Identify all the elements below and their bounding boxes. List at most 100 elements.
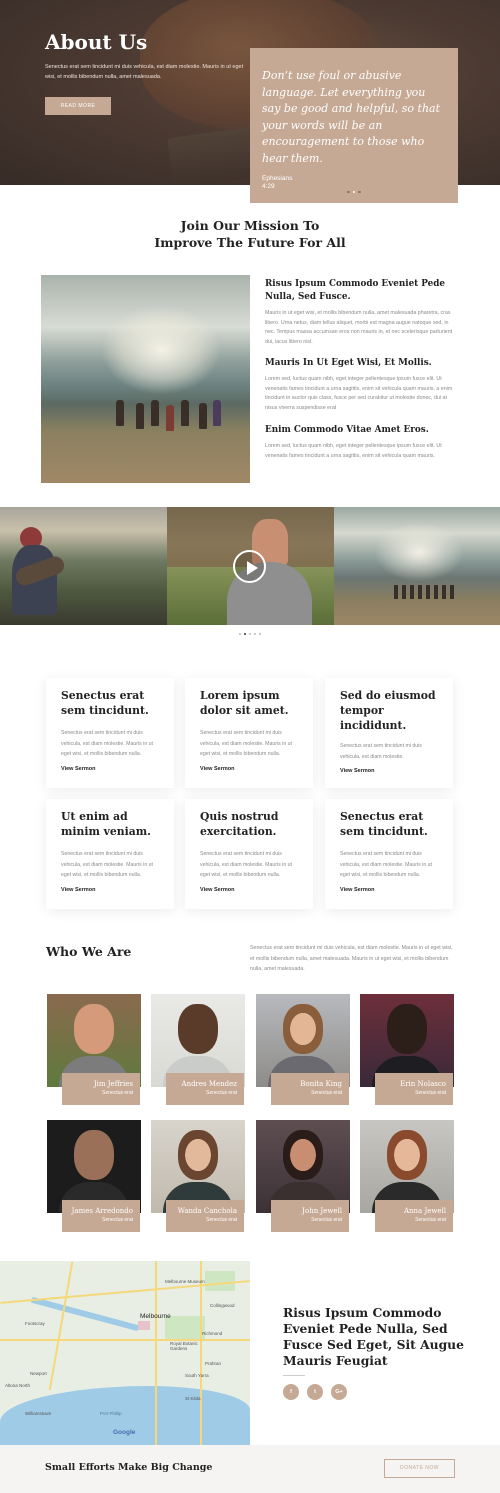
mission-item-heading: Mauris In Ut Eget Wisi, Et Mollis. — [265, 358, 432, 368]
photo-face — [74, 1004, 114, 1054]
map-river — [31, 1296, 139, 1332]
image-sunlight — [101, 305, 221, 395]
sermon-card: Senectus erat sem tincidunt. Senectus er… — [46, 678, 174, 788]
team-member-role: Senectus erat — [206, 1090, 237, 1096]
map-label: Richmond — [202, 1331, 223, 1336]
map-label: Melbourne Museum — [165, 1279, 205, 1284]
gallery-image-landscape[interactable] — [334, 507, 500, 625]
sermon-title: Lorem ipsum dolor sit amet. — [200, 689, 289, 717]
hero-text: Senectus erat sem tincidunt mi duis vehi… — [45, 64, 244, 80]
who-title: Who We Are — [46, 944, 132, 959]
image-person — [136, 403, 144, 429]
google-plus-icon[interactable]: G+ — [331, 1384, 347, 1400]
image-person — [213, 400, 221, 426]
map-label: Altona North — [5, 1383, 31, 1388]
image-person — [181, 400, 189, 426]
sermon-text: Senectus erat sem tincidunt mi duis vehi… — [61, 851, 153, 878]
quote-text: Don’t use foul or abusive language. Let … — [262, 69, 441, 165]
slider-dot[interactable] — [249, 633, 251, 635]
gallery-image-guitarist[interactable] — [0, 507, 167, 625]
sermon-card: Senectus erat sem tincidunt. Senectus er… — [325, 799, 453, 909]
map[interactable]: Melbourne Melbourne Museum Collingwood R… — [0, 1261, 250, 1445]
slider-dot-active[interactable] — [352, 190, 356, 193]
team-name-tag: Bonita King Senectus erat — [271, 1073, 349, 1105]
map-road — [48, 1261, 74, 1391]
read-more-button[interactable]: READ MORE — [45, 97, 111, 115]
map-park — [165, 1316, 205, 1341]
photo-face — [178, 1130, 218, 1180]
map-road — [200, 1261, 202, 1445]
page-title: About Us — [45, 30, 148, 54]
photo-face — [387, 1004, 427, 1054]
sermon-title: Sed do eiusmod tempor incididunt. — [340, 689, 436, 732]
slider-dot[interactable] — [239, 633, 241, 635]
sermon-text: Senectus erat sem tincidunt mi duis vehi… — [61, 730, 153, 757]
facebook-icon[interactable]: f — [283, 1384, 299, 1400]
map-label: Prahran — [205, 1361, 222, 1366]
image-sunlight — [374, 522, 464, 582]
team-member-role: Senectus erat — [311, 1217, 342, 1223]
team-name-tag: Erin Nolasco Senectus erat — [375, 1073, 453, 1105]
mission-title-line1: Join Our Mission To — [180, 218, 320, 233]
mission-item: Mauris In Ut Eget Wisi, Et Mollis. Lorem… — [265, 357, 455, 414]
play-icon[interactable] — [233, 550, 266, 583]
map-label: Melbourne — [140, 1313, 171, 1320]
map-label: Royal Botanic Gardens — [170, 1341, 198, 1351]
image-person — [166, 405, 174, 431]
contact-title: Risus Ipsum Commodo Eveniet Pede Nulla, … — [283, 1305, 464, 1368]
slider-dot[interactable] — [347, 190, 350, 193]
sermon-card: Lorem ipsum dolor sit amet. Senectus era… — [185, 678, 313, 788]
team-member-name: John Jewell — [302, 1207, 342, 1215]
team-member-name: Jim Jeffries — [93, 1080, 133, 1088]
view-sermon-link[interactable]: View Sermon — [61, 887, 159, 893]
team-name-tag: John Jewell Senectus erat — [271, 1200, 349, 1232]
sermon-card: Sed do eiusmod tempor incididunt. Senect… — [325, 678, 453, 788]
quote-reference-book: Ephesians — [262, 175, 293, 182]
sermon-text: Senectus erat sem tincidunt mi duis vehi… — [200, 730, 292, 757]
slider-dot[interactable] — [358, 190, 361, 193]
mission-item-text: Lorem sed, luctus quam nibh, eget intege… — [265, 376, 453, 412]
view-sermon-link[interactable]: View Sermon — [340, 887, 438, 893]
photo-face — [178, 1004, 218, 1054]
quote-reference: Ephesians 4:29 — [262, 175, 446, 191]
map-label: Footscray — [25, 1321, 45, 1326]
sermon-text: Senectus erat sem tincidunt mi duis vehi… — [340, 851, 432, 878]
donate-now-button[interactable]: DONATE NOW — [384, 1459, 455, 1478]
sermon-title: Quis nostrud exercitation. — [200, 810, 279, 838]
twitter-icon[interactable]: t — [307, 1384, 323, 1400]
team-name-tag: Andres Mendez Senectus erat — [166, 1073, 244, 1105]
slider-dot[interactable] — [254, 633, 256, 635]
team-member-name: Andres Mendez — [181, 1080, 237, 1088]
mission-item-heading: Enim Commodo Vitae Amet Eros. — [265, 425, 429, 435]
team-name-tag: Wanda Canchola Senectus erat — [166, 1200, 244, 1232]
sermon-text: Senectus erat sem tincidunt mi duis vehi… — [200, 851, 292, 878]
sermon-card: Quis nostrud exercitation. Senectus erat… — [185, 799, 313, 909]
photo-face — [387, 1130, 427, 1180]
who-text: Senectus erat sem tincidunt mi duis vehi… — [250, 945, 453, 973]
slider-dot-active[interactable] — [244, 633, 246, 635]
view-sermon-link[interactable]: View Sermon — [340, 768, 438, 774]
team-member-name: Wanda Canchola — [177, 1207, 237, 1215]
quote-slider-dots — [250, 190, 458, 193]
team-member-role: Senectus erat — [415, 1217, 446, 1223]
image-person — [151, 400, 159, 426]
team-member-role: Senectus erat — [102, 1217, 133, 1223]
mission-item-text: Mauris in ut eget wisi, et mollis bibend… — [265, 310, 453, 346]
photo-face — [74, 1130, 114, 1180]
sermon-title: Senectus erat sem tincidunt. — [340, 810, 428, 838]
google-logo: Google — [113, 1429, 136, 1436]
view-sermon-link[interactable]: View Sermon — [200, 887, 298, 893]
sermon-title: Senectus erat sem tincidunt. — [61, 689, 149, 717]
view-sermon-link[interactable]: View Sermon — [61, 766, 159, 772]
view-sermon-link[interactable]: View Sermon — [200, 766, 298, 772]
gallery-slider-dots — [0, 633, 500, 635]
slider-dot[interactable] — [259, 633, 261, 635]
mission-title: Join Our Mission To Improve The Future F… — [0, 218, 500, 251]
team-member-role: Senectus erat — [206, 1217, 237, 1223]
map-label: Collingwood — [210, 1303, 235, 1308]
sermon-text: Senectus erat sem tincidunt mi duis vehi… — [340, 743, 422, 760]
map-label: South Yarra — [185, 1373, 209, 1378]
map-cbd — [138, 1321, 150, 1330]
divider — [283, 1375, 305, 1376]
team-member-name: Erin Nolasco — [400, 1080, 446, 1088]
